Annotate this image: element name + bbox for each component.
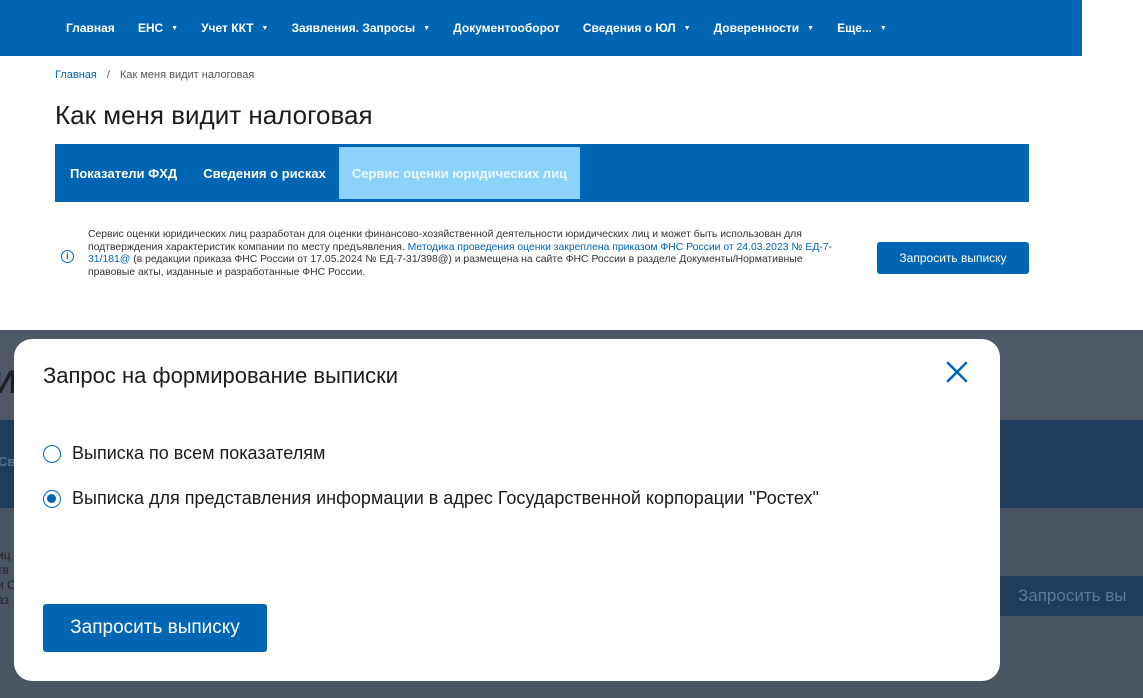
breadcrumb-current: Как меня видит налоговая [119, 69, 255, 81]
nav-item-statements[interactable]: Заявления. Запросы ▼ [291, 21, 430, 35]
nav-item-more[interactable]: Еще... ▼ [837, 21, 887, 35]
tab-legal-entity-assessment[interactable]: Сервис оценки юридических лиц [338, 147, 581, 199]
option-rostec[interactable]: Выписка для представления информации в а… [43, 488, 819, 509]
nav-label: Документооборот [453, 21, 560, 35]
submit-request-button[interactable]: Запросить выписку [43, 604, 267, 652]
modal-title: Запрос на формирование выписки [43, 363, 399, 388]
nav-label: Учет ККТ [201, 21, 254, 35]
chevron-down-icon: ▼ [423, 24, 431, 32]
radio-button[interactable] [43, 444, 61, 463]
info-text: Сервис оценки юридических лиц разработан… [88, 229, 848, 279]
breadcrumb-separator: / [106, 69, 110, 81]
chevron-down-icon: ▼ [683, 24, 691, 32]
tab-fhd-indicators[interactable]: Показатели ФХД [55, 144, 190, 202]
option-label: Выписка по всем показателям [72, 443, 326, 463]
page-title: Как меня видит налоговая [55, 100, 373, 130]
nav-label: Еще... [837, 21, 872, 35]
breadcrumb-home-link[interactable]: Главная [55, 69, 97, 81]
option-all-indicators[interactable]: Выписка по всем показателям [43, 443, 325, 464]
chevron-down-icon: ▼ [261, 24, 269, 32]
nav-item-ens[interactable]: ЕНС ▼ [138, 21, 178, 35]
nav-item-home[interactable]: Главная [66, 21, 115, 35]
nav-item-company-info[interactable]: Сведения о ЮЛ ▼ [583, 21, 691, 35]
nav-label: ЕНС [137, 21, 164, 35]
info-icon: i [61, 250, 74, 263]
radio-button-selected[interactable] [43, 489, 61, 508]
tab-bar: Показатели ФХД Сведения о рисках Сервис … [55, 144, 1029, 202]
request-statement-button[interactable]: Запросить выписку [877, 242, 1029, 274]
nav-label: Заявления. Запросы [291, 21, 416, 35]
nav-item-powers-of-attorney[interactable]: Доверенности ▼ [714, 21, 814, 35]
close-icon[interactable] [944, 359, 970, 385]
breadcrumb: Главная / Как меня видит налоговая [55, 69, 254, 81]
nav-item-kkt[interactable]: Учет ККТ ▼ [201, 21, 268, 35]
tab-risk-info[interactable]: Сведения о рисках [190, 144, 339, 202]
option-label: Выписка для представления информации в а… [72, 488, 819, 508]
chevron-down-icon: ▼ [879, 24, 887, 32]
nav-item-docflow[interactable]: Документооборот [453, 21, 560, 35]
page-top: Главная ЕНС ▼ Учет ККТ ▼ Заявления. Запрос… [0, 0, 1082, 330]
top-navigation: Главная ЕНС ▼ Учет ККТ ▼ Заявления. Запрос… [0, 0, 1082, 56]
chevron-down-icon: ▼ [171, 24, 179, 32]
nav-label: Сведения о ЮЛ [582, 21, 676, 35]
nav-label: Главная [66, 21, 115, 35]
dimmed-request-button: Запросить вы [996, 576, 1143, 616]
chevron-down-icon: ▼ [807, 24, 815, 32]
nav-label: Доверенности [713, 21, 800, 35]
info-text-part2: (в редакции приказа ФНС России от 17.05.… [88, 254, 803, 278]
request-statement-modal: Запрос на формирование выписки Выписка п… [14, 339, 1000, 681]
